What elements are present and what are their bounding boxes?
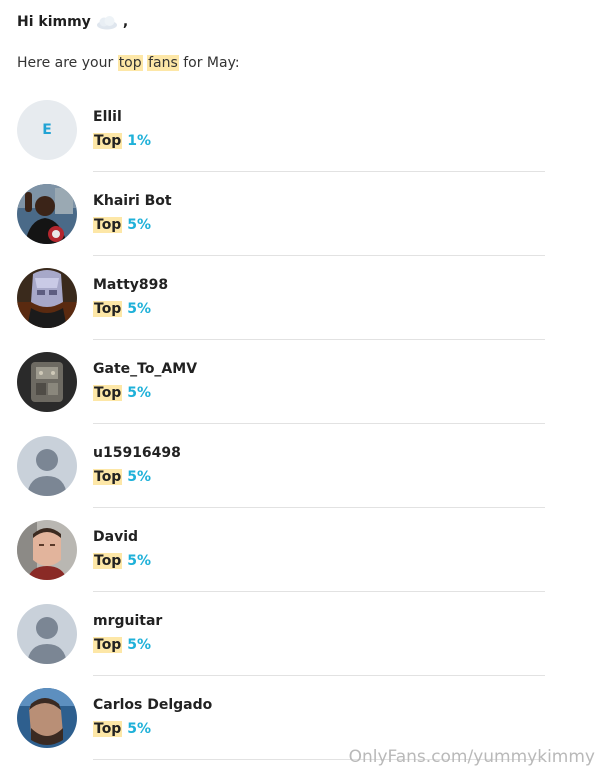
avatar[interactable]	[17, 604, 77, 664]
avatar-photo	[17, 688, 77, 748]
rank-top-label: Top	[93, 133, 123, 149]
rank-percent: 5%	[127, 217, 151, 233]
fan-name[interactable]: Khairi Bot	[93, 193, 172, 209]
avatar[interactable]	[17, 520, 77, 580]
fan-row[interactable]: Matty898 Top 5%	[0, 256, 601, 340]
fan-row[interactable]: Gate_To_AMV Top 5%	[0, 340, 601, 424]
greeting: Hi kimmy ,	[17, 14, 128, 30]
fan-rank: Top 5%	[93, 637, 151, 653]
rank-top-label: Top	[93, 301, 123, 317]
fan-rank: Top 5%	[93, 217, 151, 233]
rank-percent: 1%	[127, 133, 151, 149]
avatar-photo	[17, 520, 77, 580]
intro-suffix: for May:	[178, 55, 240, 71]
avatar[interactable]	[17, 688, 77, 748]
rank-top-label: Top	[93, 469, 123, 485]
avatar-photo	[17, 268, 77, 328]
greeting-comma: ,	[122, 14, 129, 30]
intro-text: Here are your top fans for May:	[17, 55, 240, 71]
fan-rank: Top 5%	[93, 721, 151, 737]
avatar[interactable]: E	[17, 100, 77, 160]
fan-row[interactable]: u15916498 Top 5%	[0, 424, 601, 508]
rank-percent: 5%	[127, 637, 151, 653]
fan-rank: Top 5%	[93, 553, 151, 569]
avatar[interactable]	[17, 268, 77, 328]
avatar-letter: E	[42, 122, 52, 138]
fan-row[interactable]: mrguitar Top 5%	[0, 592, 601, 676]
fan-name[interactable]: mrguitar	[93, 613, 162, 629]
cloud-icon	[96, 16, 117, 30]
rank-top-label: Top	[93, 553, 123, 569]
fan-name[interactable]: David	[93, 529, 138, 545]
rank-percent: 5%	[127, 301, 151, 317]
rank-top-label: Top	[93, 637, 123, 653]
rank-top-label: Top	[93, 721, 123, 737]
avatar[interactable]	[17, 184, 77, 244]
rank-percent: 5%	[127, 721, 151, 737]
default-avatar-icon	[17, 604, 77, 664]
fan-rank: Top 5%	[93, 469, 151, 485]
fan-row[interactable]: E Ellil Top 1%	[0, 88, 601, 172]
fan-rank: Top 5%	[93, 301, 151, 317]
avatar[interactable]	[17, 352, 77, 412]
avatar-photo	[17, 352, 77, 412]
rank-top-label: Top	[93, 385, 123, 401]
rank-top-label: Top	[93, 217, 123, 233]
fan-list: E Ellil Top 1% Khairi Bot Top 5% Matty89…	[0, 88, 601, 760]
fan-name[interactable]: Ellil	[93, 109, 122, 125]
fan-name[interactable]: u15916498	[93, 445, 181, 461]
avatar[interactable]	[17, 436, 77, 496]
greeting-text: Hi kimmy	[17, 14, 91, 30]
fan-name[interactable]: Matty898	[93, 277, 168, 293]
default-avatar-icon	[17, 436, 77, 496]
intro-prefix: Here are your	[17, 55, 118, 71]
fan-row[interactable]: David Top 5%	[0, 508, 601, 592]
fan-name[interactable]: Gate_To_AMV	[93, 361, 197, 377]
intro-highlight-top: top	[117, 55, 143, 71]
fan-name[interactable]: Carlos Delgado	[93, 697, 212, 713]
fan-rank: Top 1%	[93, 133, 151, 149]
rank-percent: 5%	[127, 469, 151, 485]
watermark: OnlyFans.com/yummykimmy	[348, 747, 595, 767]
intro-highlight-fans: fans	[147, 55, 179, 71]
fan-row[interactable]: Khairi Bot Top 5%	[0, 172, 601, 256]
fan-rank: Top 5%	[93, 385, 151, 401]
avatar-photo	[17, 184, 77, 244]
rank-percent: 5%	[127, 553, 151, 569]
rank-percent: 5%	[127, 385, 151, 401]
